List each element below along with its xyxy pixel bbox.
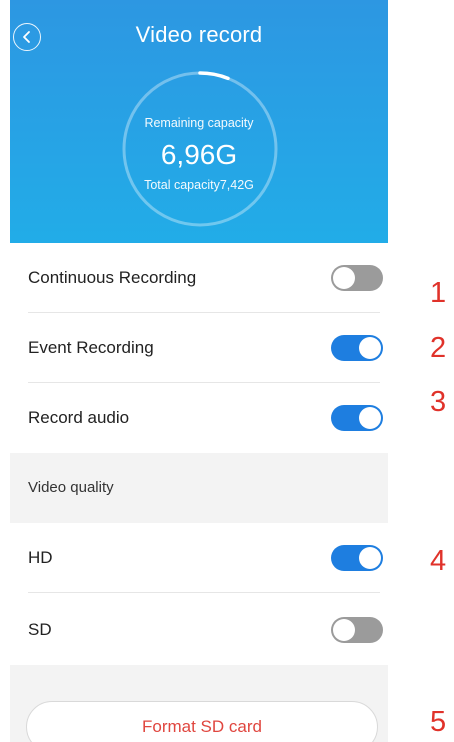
phone-screen: Video record Remaining capacity 6,96G To… <box>10 0 388 742</box>
format-sd-card-button[interactable]: Format SD card <box>26 701 378 742</box>
video-quality-section-header: Video quality <box>10 453 388 523</box>
toggle-knob <box>359 547 381 569</box>
remaining-capacity-value: 6,96G <box>160 139 238 170</box>
header: Video record Remaining capacity 6,96G To… <box>10 0 388 262</box>
toggle-knob <box>359 337 381 359</box>
continuous-recording-toggle[interactable] <box>331 265 383 291</box>
sd-label: SD <box>28 620 52 639</box>
continuous-recording-row: Continuous Recording <box>10 243 388 313</box>
divider <box>28 592 380 593</box>
toggle-knob <box>333 619 355 641</box>
continuous-recording-label: Continuous Recording <box>28 268 197 287</box>
event-recording-row: Event Recording <box>10 313 388 383</box>
sd-toggle[interactable] <box>331 617 383 643</box>
record-audio-row: Record audio <box>10 383 388 453</box>
hd-toggle[interactable] <box>331 545 383 571</box>
record-audio-toggle[interactable] <box>331 405 383 431</box>
video-quality-label: Video quality <box>28 479 114 496</box>
annotation-number-4: 4 <box>430 545 447 577</box>
remaining-capacity-label: Remaining capacity <box>144 116 254 130</box>
hd-row: HD <box>10 523 388 593</box>
annotation-number-2: 2 <box>430 332 447 364</box>
event-recording-toggle[interactable] <box>331 335 383 361</box>
event-recording-label: Event Recording <box>28 338 154 357</box>
hd-label: HD <box>28 548 53 567</box>
annotation-number-1: 1 <box>430 277 447 309</box>
annotation-number-5: 5 <box>430 706 447 738</box>
page-title: Video record <box>135 22 263 47</box>
record-audio-label: Record audio <box>28 408 130 427</box>
sd-row: SD <box>10 595 388 665</box>
total-capacity-label: Total capacity7,42G <box>144 178 254 192</box>
annotation-number-3: 3 <box>430 386 447 418</box>
toggle-knob <box>359 407 381 429</box>
toggle-knob <box>333 267 355 289</box>
